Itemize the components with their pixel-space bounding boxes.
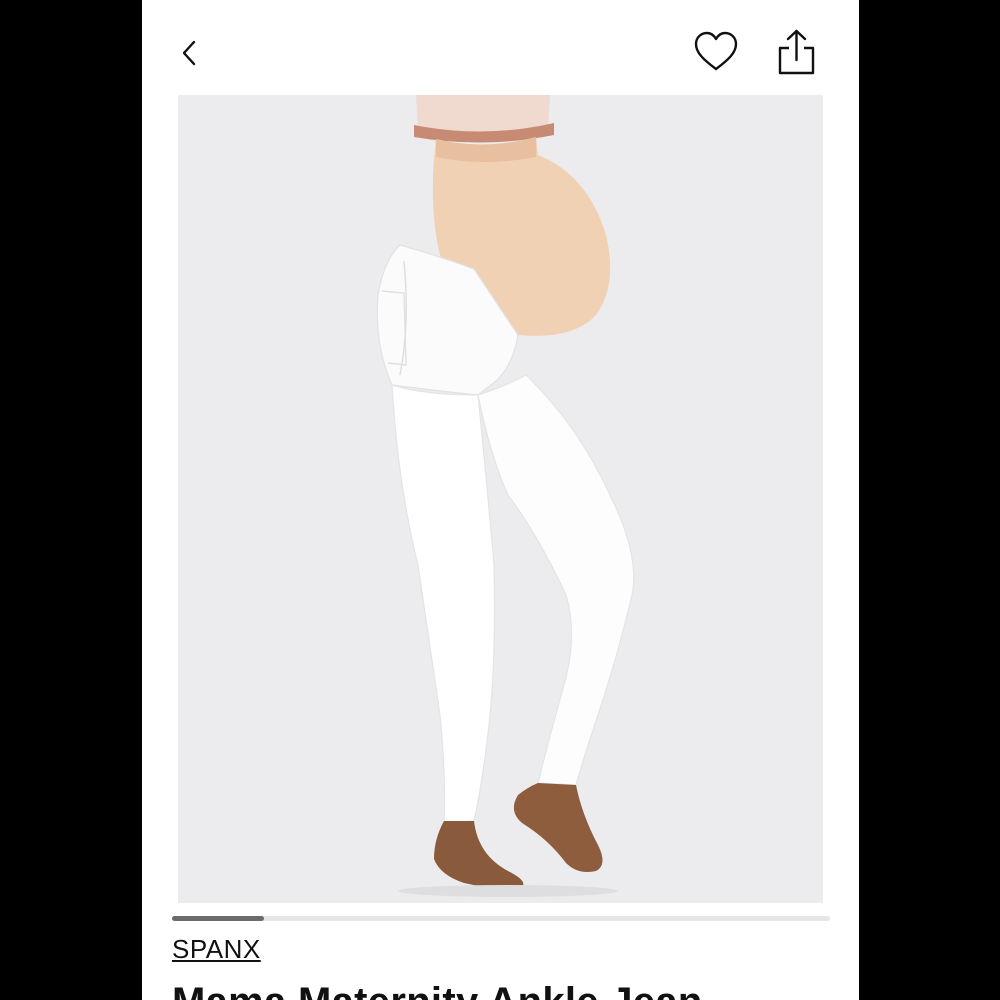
heart-outline-icon[interactable] (692, 28, 740, 76)
product-photo (376, 95, 635, 897)
product-image[interactable] (178, 95, 823, 903)
carousel-progress (172, 916, 265, 921)
top-bar (142, 0, 859, 95)
brand-link[interactable]: SPANX (172, 934, 261, 965)
product-detail-screen: SPANX Mama Maternity Ankle Jean (142, 0, 859, 1000)
share-icon[interactable] (776, 26, 818, 78)
chevron-left-icon[interactable] (174, 36, 204, 70)
product-title: Mama Maternity Ankle Jean (172, 980, 703, 1000)
image-carousel-indicator (172, 916, 830, 921)
